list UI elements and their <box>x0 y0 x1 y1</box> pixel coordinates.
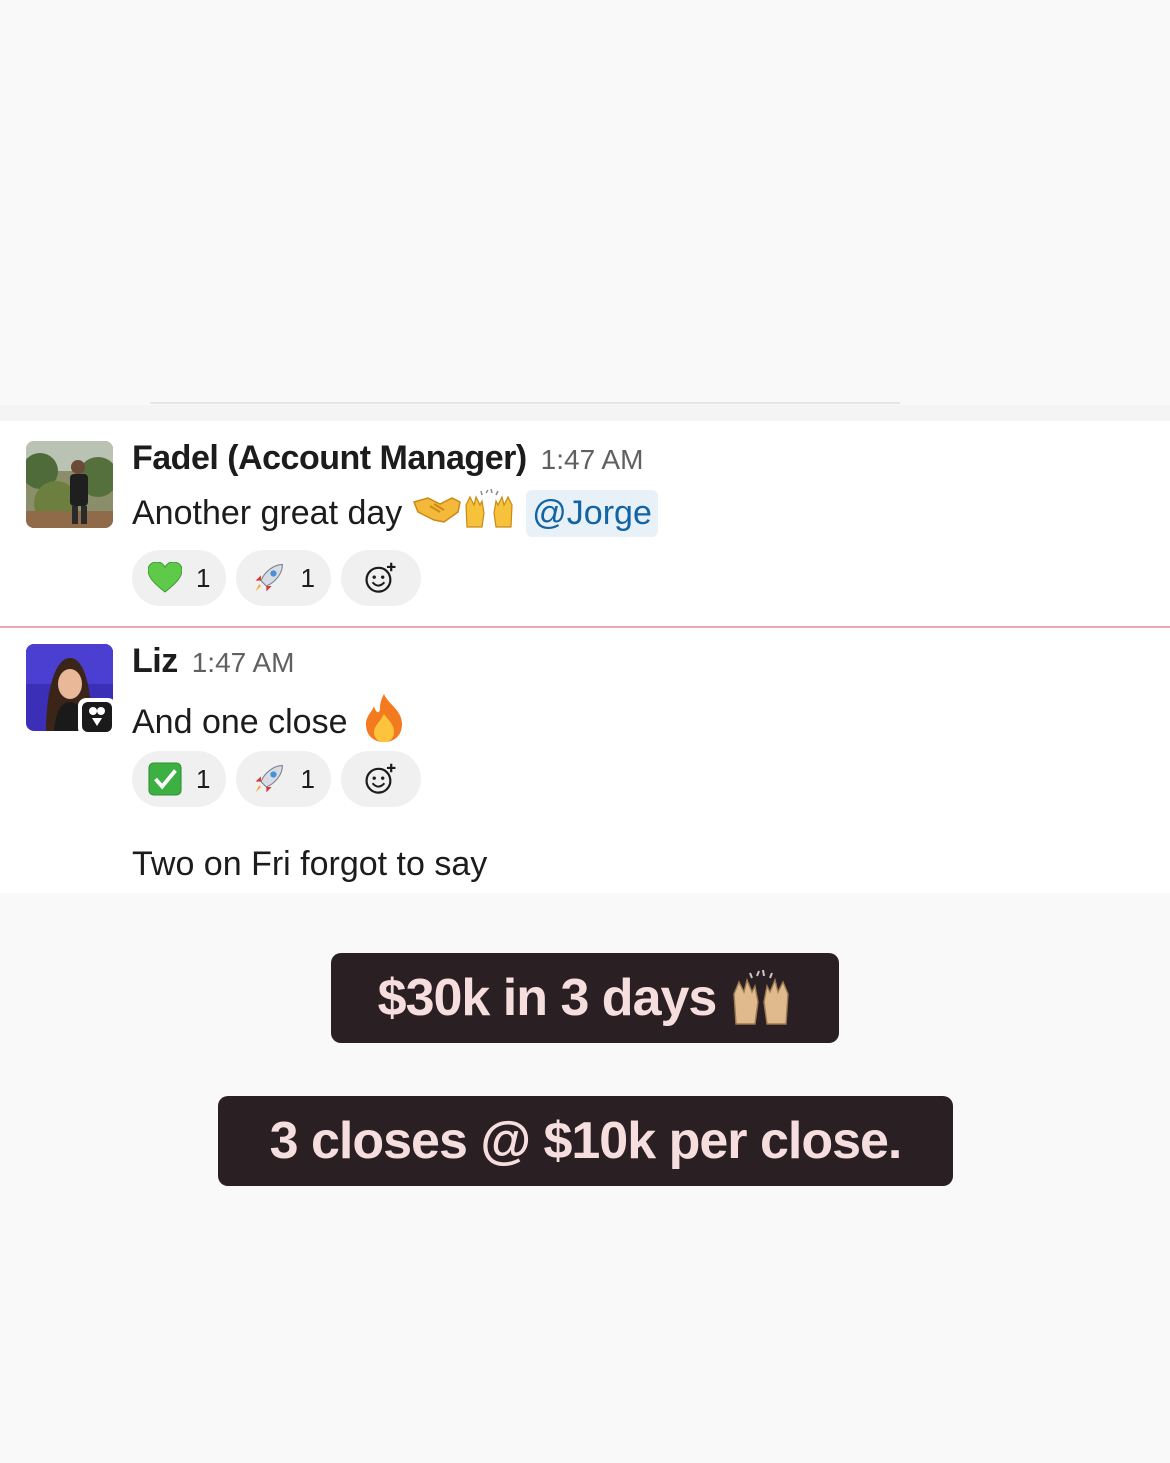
reaction-rocket[interactable]: 1 <box>236 751 331 807</box>
handshake-emoji <box>412 492 462 535</box>
message-text: And one close <box>132 692 406 753</box>
raising-hands-emoji <box>462 488 516 538</box>
separator-band <box>0 405 1170 421</box>
caption-overlay: $30k in 3 days <box>331 953 839 1043</box>
reaction-count: 1 <box>196 562 211 593</box>
caption-text: $30k in 3 days <box>377 969 718 1027</box>
message-header: Liz 1:47 AM <box>132 642 294 681</box>
user-mention[interactable]: @Jorge <box>526 490 658 537</box>
timestamp[interactable]: 1:47 AM <box>541 444 644 475</box>
add-reaction-button[interactable] <box>340 550 421 606</box>
add-reaction-button[interactable] <box>340 751 421 807</box>
reaction-check-mark[interactable]: 1 <box>132 751 227 807</box>
message-list: Fadel (Account Manager) 1:47 AM Another g… <box>0 421 1170 893</box>
raising-hands-emoji <box>730 970 792 1026</box>
followup-message: Two on Fri forgot to say <box>132 845 488 883</box>
reaction-count: 1 <box>300 562 315 593</box>
timestamp[interactable]: 1:47 AM <box>192 647 295 678</box>
sender-name[interactable]: Liz <box>132 642 178 680</box>
reaction-count: 1 <box>196 763 211 794</box>
green-heart-emoji <box>148 561 182 595</box>
rocket-emoji <box>252 561 286 595</box>
rocket-emoji <box>252 762 286 796</box>
check-mark-emoji <box>148 762 182 796</box>
add-emoji-icon <box>364 561 398 595</box>
status-badge <box>78 698 116 736</box>
message-body: And one close <box>132 703 348 741</box>
message-header: Fadel (Account Manager) 1:47 AM <box>132 439 643 478</box>
badge-icon <box>82 702 112 732</box>
reaction-count: 1 <box>300 763 315 794</box>
caption-overlay: 3 closes @ $10k per close. <box>218 1096 953 1186</box>
sender-name[interactable]: Fadel (Account Manager) <box>132 439 527 477</box>
fire-emoji <box>362 692 406 753</box>
divider <box>150 402 900 404</box>
new-messages-divider <box>0 626 1170 628</box>
add-emoji-icon <box>364 762 398 796</box>
avatar[interactable] <box>26 441 113 528</box>
reaction-rocket[interactable]: 1 <box>236 550 331 606</box>
avatar-photo <box>26 441 113 528</box>
message-body: Another great day <box>132 494 403 532</box>
reaction-bar: 1 1 <box>132 550 421 606</box>
reaction-bar: 1 1 <box>132 751 421 807</box>
reaction-green-heart[interactable]: 1 <box>132 550 227 606</box>
blank-area <box>0 0 1170 405</box>
caption-text: 3 closes @ $10k per close. <box>269 1112 903 1170</box>
message-text: Another great day @Jorge <box>132 488 658 538</box>
